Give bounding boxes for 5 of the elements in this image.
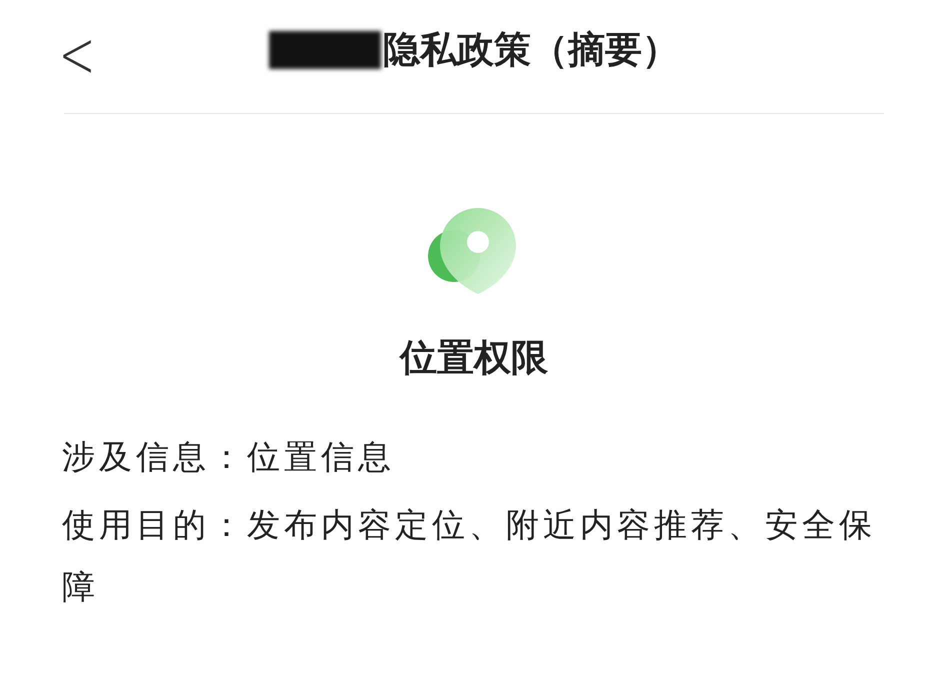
back-button[interactable]: < [52,28,102,84]
permission-title: 位置权限 [400,335,548,381]
page-title: 隐私政策（摘要） [383,26,679,73]
detail-text: 涉及信息：位置信息 [62,436,396,478]
detail-text: 使用目的：发布内容定位、附近内容推荐、安全保障 [62,504,877,608]
